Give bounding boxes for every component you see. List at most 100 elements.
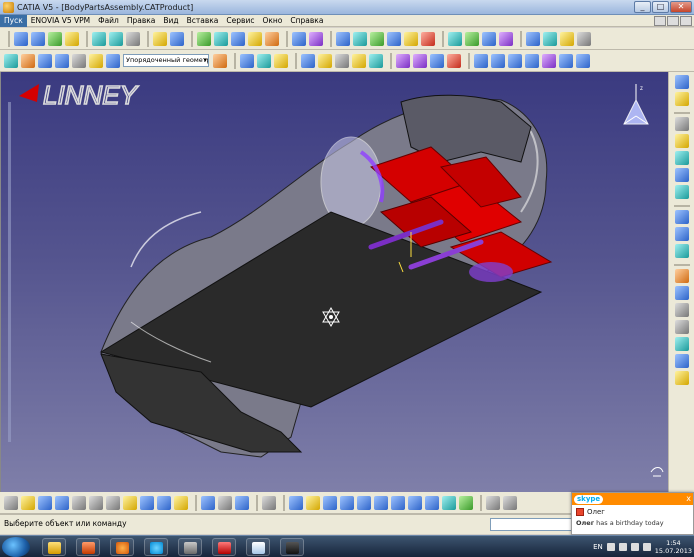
- open-file-icon[interactable]: [21, 495, 35, 510]
- multi-view-icon[interactable]: [576, 53, 590, 68]
- save-all-icon[interactable]: [55, 495, 69, 510]
- grid-icon[interactable]: [336, 31, 350, 46]
- maximize-button[interactable]: □: [652, 1, 669, 13]
- fly-icon[interactable]: [235, 495, 249, 510]
- sketcher-icon[interactable]: [674, 75, 689, 89]
- menu-file[interactable]: Файл: [94, 15, 123, 27]
- analysis-icon[interactable]: [448, 31, 462, 46]
- curve-icon[interactable]: [353, 31, 367, 46]
- pointer-tool-icon[interactable]: [674, 269, 689, 283]
- revolve-icon[interactable]: [109, 31, 123, 46]
- spline-icon[interactable]: [370, 31, 384, 46]
- skype-notification[interactable]: skype x Олег Олег has a birthday today: [571, 492, 694, 535]
- corner-icon[interactable]: [404, 31, 418, 46]
- cube-icon[interactable]: [38, 53, 52, 68]
- iso-view-icon[interactable]: [474, 53, 488, 68]
- menu-help[interactable]: Справка: [286, 15, 327, 27]
- knowledge-tool-icon[interactable]: [674, 320, 689, 334]
- tray-up-arrow-icon[interactable]: [606, 543, 615, 551]
- minimize-button[interactable]: _: [634, 1, 651, 13]
- spiral-icon[interactable]: [4, 53, 18, 68]
- connect-tool-icon[interactable]: [674, 244, 689, 258]
- doc-close-button[interactable]: [680, 16, 692, 26]
- doc-minimize-button[interactable]: [654, 16, 666, 26]
- menu-enovia[interactable]: ENOVIA V5 VPM: [27, 15, 94, 27]
- geometrical-set-select[interactable]: Упорядоченный геометр: [123, 54, 209, 67]
- menu-start[interactable]: Пуск: [0, 14, 27, 27]
- connect-curve-icon[interactable]: [421, 31, 435, 46]
- measure-inertia-icon[interactable]: [274, 53, 288, 68]
- law-icon[interactable]: [526, 31, 540, 46]
- menu-insert[interactable]: Вставка: [183, 15, 223, 27]
- new-file-icon[interactable]: [4, 495, 18, 510]
- menu-window[interactable]: Окно: [258, 15, 286, 27]
- view-fit-icon[interactable]: [289, 495, 303, 510]
- taskbar-catia[interactable]: [178, 538, 202, 556]
- fly-mode-icon[interactable]: [396, 53, 410, 68]
- measure-icon[interactable]: [240, 53, 254, 68]
- print-icon[interactable]: [72, 495, 86, 510]
- view-cube-icon[interactable]: [408, 495, 422, 510]
- surface-tool-icon[interactable]: [674, 151, 689, 165]
- normal-view-icon[interactable]: [559, 53, 573, 68]
- graph-tool-icon[interactable]: [674, 354, 689, 368]
- perspective-icon[interactable]: [486, 495, 500, 510]
- offset-icon[interactable]: [248, 31, 262, 46]
- menu-tools[interactable]: Сервис: [222, 15, 258, 27]
- front-view-icon[interactable]: [491, 53, 505, 68]
- constraint-tool-icon[interactable]: [674, 303, 689, 317]
- close-button[interactable]: ✕: [670, 1, 692, 13]
- pan-icon[interactable]: [323, 495, 337, 510]
- hide-show-icon[interactable]: [369, 53, 383, 68]
- cut-icon[interactable]: [89, 495, 103, 510]
- taskbar-media-player[interactable]: [76, 538, 100, 556]
- split-icon[interactable]: [214, 31, 228, 46]
- sweep-icon[interactable]: [126, 31, 140, 46]
- copy-icon[interactable]: [106, 495, 120, 510]
- camera-icon[interactable]: [262, 495, 276, 510]
- normal-view-bottom-icon[interactable]: [391, 495, 405, 510]
- zoom-out-icon[interactable]: [374, 495, 388, 510]
- clock[interactable]: 1:54 15.07.2013: [655, 539, 692, 555]
- circle-icon[interactable]: [387, 31, 401, 46]
- taskbar-app-red[interactable]: [212, 538, 236, 556]
- body-icon[interactable]: [106, 53, 120, 68]
- command-input[interactable]: [490, 518, 572, 531]
- quick-view-icon[interactable]: [542, 53, 556, 68]
- extrude-tool-icon[interactable]: [674, 168, 689, 182]
- extract-icon[interactable]: [560, 31, 574, 46]
- whats-this-icon[interactable]: [174, 495, 188, 510]
- right-view-icon[interactable]: [525, 53, 539, 68]
- volume-icon[interactable]: [630, 543, 639, 551]
- near-icon[interactable]: [577, 31, 591, 46]
- texture-icon[interactable]: [447, 53, 461, 68]
- taskbar-notepad[interactable]: [246, 538, 270, 556]
- fillet-icon[interactable]: [265, 31, 279, 46]
- fill-icon[interactable]: [153, 31, 167, 46]
- hole-icon[interactable]: [89, 53, 103, 68]
- redo-icon[interactable]: [157, 495, 171, 510]
- sun-icon[interactable]: [21, 53, 35, 68]
- extrude-icon[interactable]: [92, 31, 106, 46]
- point-icon[interactable]: [14, 31, 28, 46]
- hide-icon[interactable]: [442, 495, 456, 510]
- sphere-tool-icon[interactable]: [674, 227, 689, 241]
- line-tool-icon[interactable]: [674, 117, 689, 131]
- curvature-icon[interactable]: [482, 31, 496, 46]
- output-icon[interactable]: [674, 92, 689, 106]
- trim-icon[interactable]: [231, 31, 245, 46]
- rotate-view-icon[interactable]: [340, 495, 354, 510]
- 3d-viewport[interactable]: LINNEY z: [0, 72, 668, 492]
- plane-icon[interactable]: [48, 31, 62, 46]
- start-button[interactable]: [2, 537, 30, 557]
- circle-tool-icon[interactable]: [674, 210, 689, 224]
- walk-icon[interactable]: [413, 53, 427, 68]
- view-pan-icon[interactable]: [306, 495, 320, 510]
- shading-icon[interactable]: [301, 53, 315, 68]
- network-icon[interactable]: [618, 543, 627, 551]
- taskbar-firefox[interactable]: [110, 538, 134, 556]
- formula-tool-icon[interactable]: [674, 337, 689, 351]
- sketch-icon[interactable]: [72, 53, 86, 68]
- taskbar-explorer[interactable]: [42, 538, 66, 556]
- taskbar-skype[interactable]: [144, 538, 168, 556]
